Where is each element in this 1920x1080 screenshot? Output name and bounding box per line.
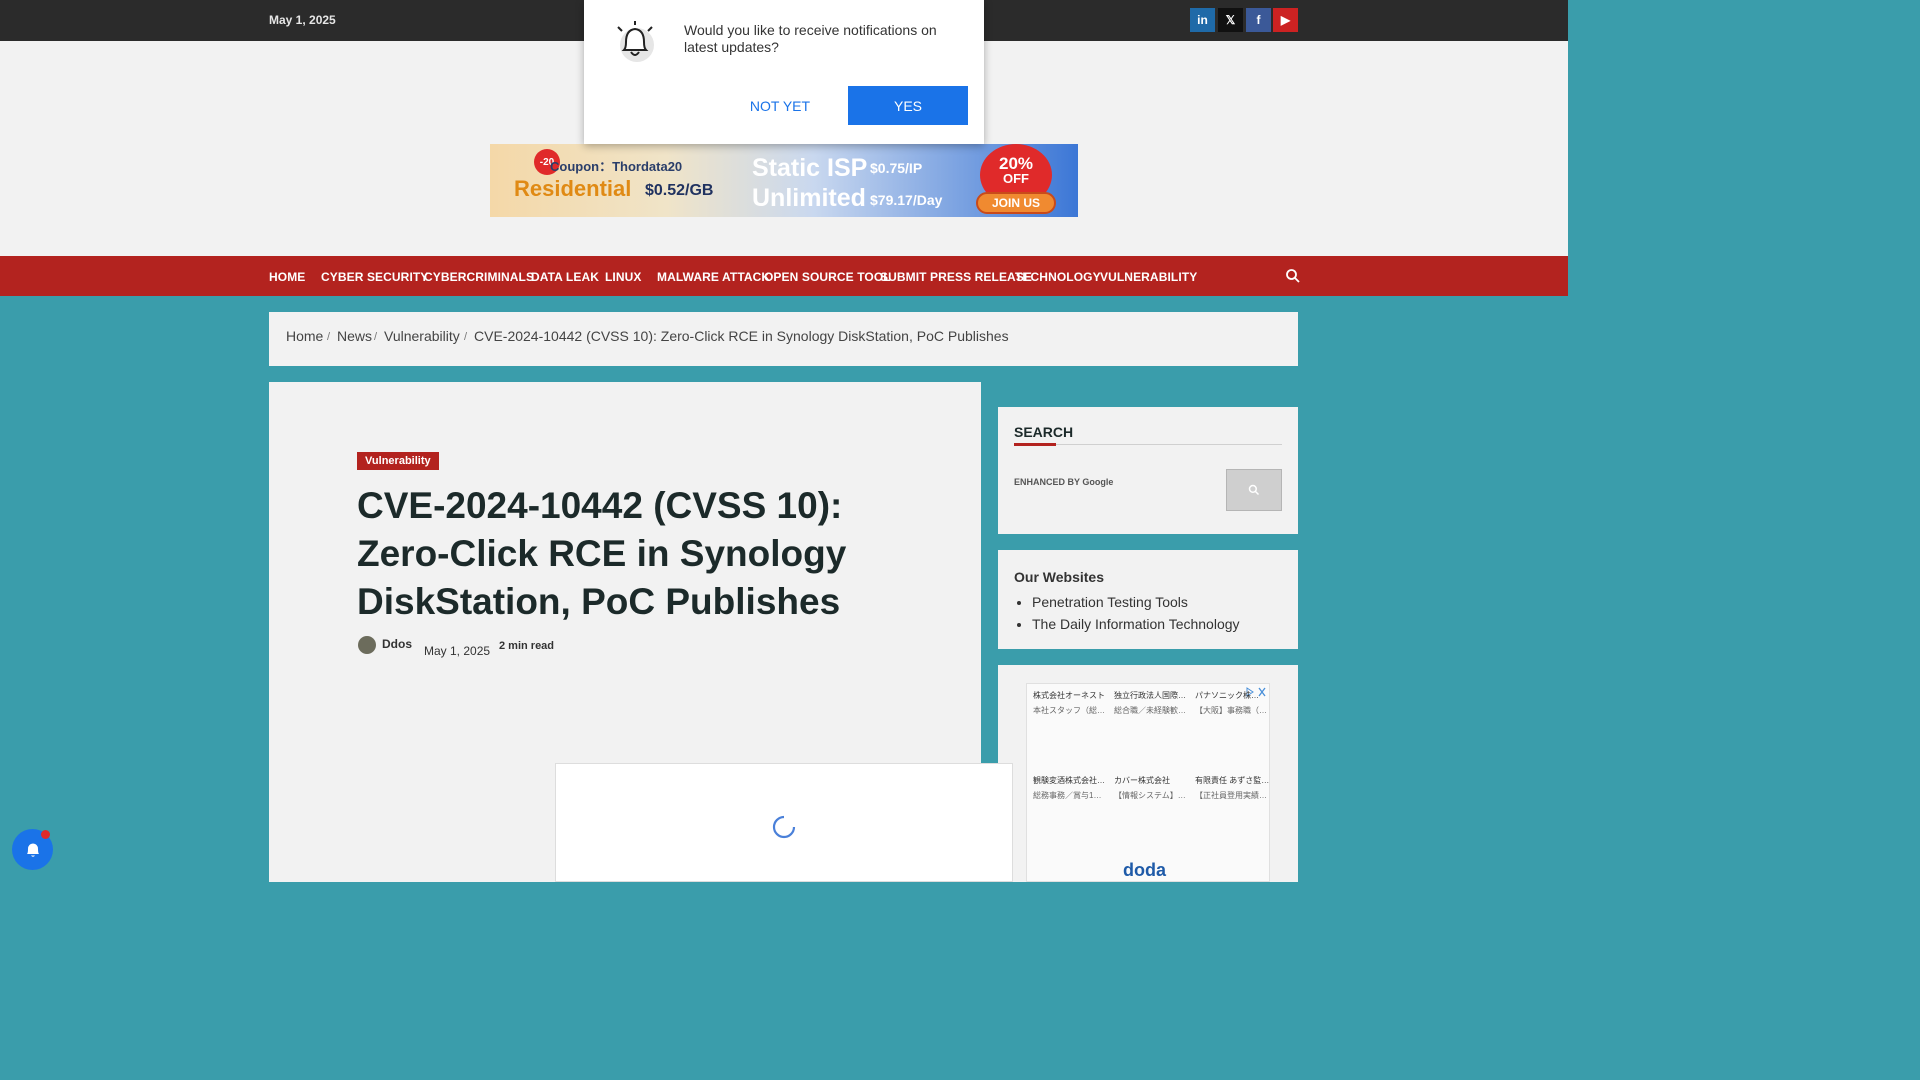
notification-message: Would you like to receive notifications …	[684, 22, 937, 55]
search-button[interactable]	[1226, 469, 1282, 511]
nav-item-submit-press-release[interactable]: SUBMIT PRESS RELEASE	[880, 270, 1032, 284]
ad-widget: 株式会社オーネスト 本社スタッフ（総… 独立行政法人国際… 総合職／未経験歓… パナ…	[998, 665, 1298, 882]
main-nav: HOME CYBER SECURITY CYBERCRIMINALS DATA …	[0, 256, 1568, 296]
banner-static: Static ISP	[752, 154, 868, 182]
website-link[interactable]: The Daily Information Technology	[1032, 613, 1240, 635]
ad-cell[interactable]: カバー株式会社【情報システム】…	[1114, 775, 1192, 801]
ad-cell-sub: 総合職／未経験歓…	[1114, 706, 1186, 715]
banner-off: OFF	[1003, 171, 1029, 186]
ad-cell-sub: 【大阪】事務職（…	[1195, 706, 1267, 715]
search-widget: SEARCH ENHANCED BY Google	[998, 407, 1298, 534]
banner-residential: Residential	[514, 176, 632, 201]
breadcrumb-current: CVE-2024-10442 (CVSS 10): Zero-Click RCE…	[474, 328, 1009, 344]
search-icon	[1248, 484, 1260, 496]
nav-item-technology[interactable]: TECHNOLOGY	[1015, 270, 1101, 284]
banner-residential-price: $0.52/GB	[645, 182, 714, 199]
notification-bell-button[interactable]	[12, 829, 53, 870]
banner-unlimited: Unlimited	[752, 184, 866, 212]
loading-box	[555, 763, 1013, 882]
nav-item-vulnerability[interactable]: VULNERABILITY	[1100, 270, 1197, 284]
bell-icon	[26, 843, 39, 857]
search-input[interactable]: ENHANCED BY Google	[1014, 477, 1219, 499]
linkedin-icon[interactable]: in	[1190, 8, 1215, 32]
ad-cell[interactable]: 有限責任 あずさ監… 【正社員登用実績…	[1195, 775, 1273, 801]
banner-join-button[interactable]: JOIN US	[976, 192, 1056, 214]
read-time: 2 min read	[499, 640, 555, 652]
breadcrumb-home[interactable]: Home	[286, 328, 323, 344]
breadcrumb-vulnerability[interactable]: Vulnerability	[384, 328, 460, 344]
author-name[interactable]: Ddos	[382, 637, 412, 651]
ad-cell-title: 有限責任 あずさ監…	[1195, 776, 1270, 785]
websites-widget: Our Websites Penetration Testing Tools T…	[998, 550, 1298, 649]
ad-banner[interactable]: -20 Coupon：Thordata20 Residential $0.52/…	[490, 144, 1078, 217]
websites-title: Our Websites	[1014, 569, 1104, 585]
youtube-icon[interactable]: ▶	[1273, 8, 1298, 32]
ad-cell[interactable]: 株式会社オーネスト 本社スタッフ（総…	[1033, 690, 1111, 716]
ad-cell-sub: 本社スタッフ（総…	[1033, 706, 1105, 715]
ad-cell-title: カバー株式会社	[1114, 776, 1170, 785]
breadcrumb: Home / News / Vulnerability / CVE-2024-1…	[269, 312, 1298, 366]
ad-cell-title: 観験変酒株式会社…	[1033, 776, 1105, 785]
nav-item-data-leak[interactable]: DATA LEAK	[531, 270, 599, 284]
nav-item-open-source-tool[interactable]: OPEN SOURCE TOOL	[764, 270, 891, 284]
ad-cell[interactable]: パナソニック株… 【大阪】事務職（…	[1195, 690, 1273, 716]
nav-item-linux[interactable]: LINUX	[605, 270, 642, 284]
article-date: May 1, 2025	[424, 644, 491, 658]
ad-cell-title: 独立行政法人国際…	[1114, 691, 1186, 700]
ad-cell[interactable]: 独立行政法人国際… 総合職／未経験歓…	[1114, 690, 1192, 716]
banner-coupon: Coupon：Thordata20	[550, 159, 683, 174]
search-icon[interactable]	[1285, 268, 1301, 284]
websites-list: Penetration Testing Tools The Daily Info…	[1032, 591, 1240, 635]
not-yet-button[interactable]: NOT YET	[730, 86, 830, 125]
search-widget-title: SEARCH	[1014, 424, 1074, 440]
article-title: CVE-2024-10442 (CVSS 10): Zero-Click RCE…	[357, 485, 847, 622]
ad-cell-title: 株式会社オーネスト	[1033, 691, 1105, 700]
ad-cell-sub: 総務事務／賞与1…	[1033, 791, 1102, 800]
ad-brand: doda	[1123, 860, 1166, 880]
breadcrumb-news[interactable]: News	[337, 328, 372, 344]
banner-static-price: $0.75/IP	[870, 160, 923, 176]
title-underline	[1014, 443, 1056, 446]
loading-spinner-icon	[772, 815, 796, 839]
ad-box[interactable]: 株式会社オーネスト 本社スタッフ（総… 独立行政法人国際… 総合職／未経験歓… パナ…	[1026, 683, 1270, 882]
ad-cell-sub: 【正社員登用実績…	[1195, 791, 1267, 800]
author-avatar	[358, 636, 376, 654]
nav-item-cyber-security[interactable]: CYBER SECURITY	[321, 270, 428, 284]
nav-item-cybercriminals[interactable]: CYBERCRIMINALS	[424, 270, 534, 284]
nav-item-malware-attack[interactable]: MALWARE ATTACK	[657, 270, 770, 284]
yes-button[interactable]: YES	[848, 86, 968, 125]
website-link[interactable]: Penetration Testing Tools	[1032, 591, 1240, 613]
category-tag[interactable]: Vulnerability	[357, 452, 439, 470]
banner-unlimited-price: $79.17/Day	[870, 192, 943, 208]
nav-item-home[interactable]: HOME	[269, 270, 305, 284]
top-date: May 1, 2025	[269, 13, 336, 27]
ad-cell[interactable]: 観験変酒株式会社… 総務事務／賞与1…	[1033, 775, 1111, 801]
x-icon[interactable]: 𝕏	[1218, 8, 1243, 32]
notification-badge	[41, 830, 50, 839]
ad-cell-title: パナソニック株…	[1195, 691, 1259, 700]
breadcrumb-separator: /	[327, 331, 331, 343]
notification-popup: Would you like to receive notifications …	[584, 0, 984, 144]
breadcrumb-separator: /	[374, 331, 378, 343]
facebook-icon[interactable]: f	[1246, 8, 1271, 32]
bell-icon	[617, 21, 654, 62]
ad-cell-sub: 【情報システム】…	[1114, 791, 1186, 800]
breadcrumb-separator: /	[464, 331, 468, 343]
